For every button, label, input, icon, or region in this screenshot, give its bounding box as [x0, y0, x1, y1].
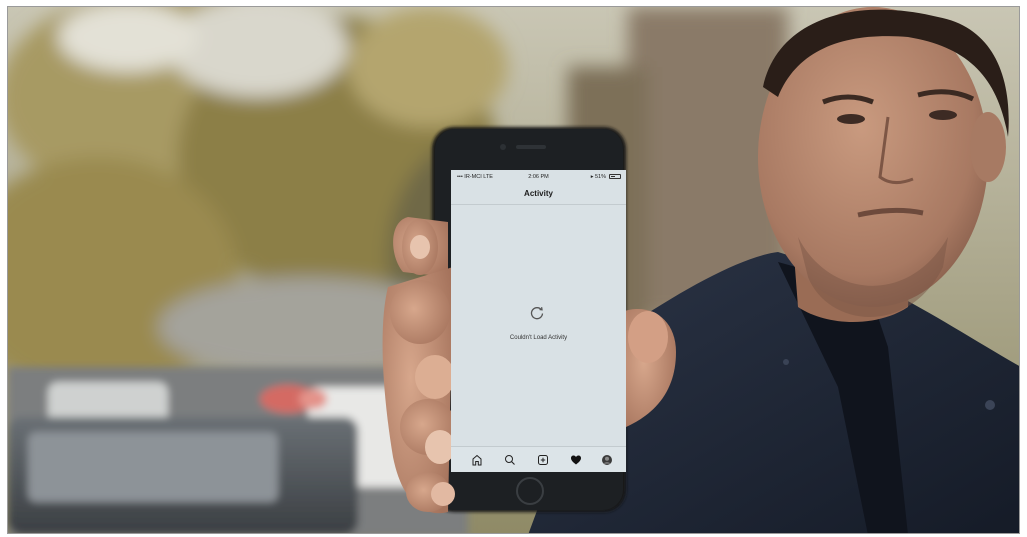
battery-icon: [609, 174, 621, 179]
phone-screen: ••• IR-MCI LTE 2:06 PM ▸ 51% Activity Co…: [451, 170, 626, 472]
page-title: Activity: [524, 189, 553, 198]
heart-icon[interactable]: [570, 454, 582, 466]
add-post-icon[interactable]: [537, 454, 549, 466]
search-icon[interactable]: [504, 454, 516, 466]
activity-content: Couldn't Load Activity: [451, 205, 626, 445]
photo-frame: ••• IR-MCI LTE 2:06 PM ▸ 51% Activity Co…: [7, 6, 1020, 534]
home-icon[interactable]: [471, 454, 483, 466]
app-header: Activity: [451, 184, 626, 205]
phone-status-bar: ••• IR-MCI LTE 2:06 PM ▸ 51%: [451, 170, 626, 184]
tab-bar: [451, 446, 626, 472]
battery-percent: ▸ 51%: [590, 174, 606, 180]
reload-icon[interactable]: [529, 305, 545, 321]
profile-icon[interactable]: [601, 454, 613, 466]
error-message: Couldn't Load Activity: [509, 335, 568, 341]
